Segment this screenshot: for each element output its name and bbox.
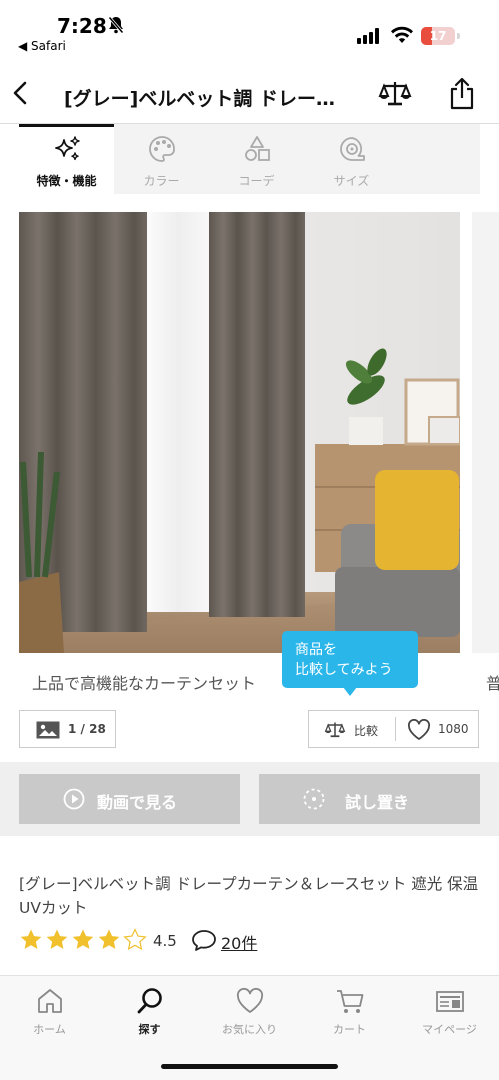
tab-label: サイズ — [333, 174, 370, 188]
product-image[interactable] — [19, 212, 460, 653]
tab-features[interactable]: 特徴・機能 — [19, 124, 114, 194]
nav-cart[interactable]: カート — [300, 976, 399, 1046]
ar-cube-icon — [303, 788, 325, 810]
try-label: 試し置き — [345, 793, 410, 812]
tab-color[interactable]: カラー — [114, 124, 209, 194]
cart-icon — [337, 990, 364, 1013]
tab-label: コーデ — [238, 174, 275, 188]
chevron-left-icon[interactable] — [6, 77, 36, 109]
palette-icon — [149, 136, 175, 162]
rating-stars — [20, 928, 146, 950]
wifi-icon — [391, 26, 413, 43]
nav-search[interactable]: 探す — [100, 976, 199, 1046]
play-circle-icon — [63, 788, 85, 810]
search-icon — [137, 988, 162, 1014]
home-indicator — [161, 1064, 338, 1069]
tooltip-text: 商品を 比較してみよう — [295, 642, 393, 678]
tab-coordinate[interactable]: コーデ — [209, 124, 304, 194]
next-caption-peek: 普 — [486, 674, 499, 693]
share-icon[interactable] — [446, 76, 478, 110]
tab-label: 特徴・機能 — [36, 174, 97, 188]
image-counter-text: 1 / 28 — [68, 722, 106, 736]
back-to-safari[interactable]: ◀ Safari — [18, 39, 66, 53]
tab-label: カラー — [143, 174, 180, 188]
bell-muted-icon — [108, 16, 124, 34]
image-caption: 上品で高機能なカーテンセット — [32, 674, 257, 693]
sparkle-icon — [55, 136, 80, 161]
scale-icon[interactable] — [323, 720, 347, 740]
cellular-signal-icon — [357, 28, 379, 44]
compare-tooltip[interactable]: 商品を 比較してみよう — [282, 631, 418, 688]
scale-icon[interactable] — [378, 78, 412, 110]
clock: 7:28 — [57, 14, 107, 38]
video-label: 動画で見る — [97, 793, 178, 812]
compare-favorite-group: 比較 1080 — [308, 710, 479, 748]
battery-tip — [457, 33, 460, 39]
nav-bar: [グレー]ベルベット調 ドレー… — [0, 62, 499, 124]
battery-percent: 17 — [429, 29, 447, 43]
watch-video-button[interactable]: 動画で見る — [19, 774, 240, 824]
nav-mypage[interactable]: マイページ — [400, 976, 499, 1046]
status-bar: 7:28 ◀ Safari 17 — [0, 0, 499, 62]
image-icon — [36, 721, 60, 739]
divider — [395, 717, 396, 741]
compare-label[interactable]: 比較 — [354, 722, 378, 739]
try-placement-button[interactable]: 試し置き — [259, 774, 480, 824]
media-actions: 動画で見る 試し置き — [0, 762, 499, 836]
favorite-count: 1080 — [438, 722, 469, 736]
feature-tabs: 特徴・機能 カラー コーデ サイズ — [19, 124, 480, 194]
review-count-link[interactable]: 20件 — [221, 930, 257, 954]
tab-size[interactable]: サイズ — [304, 124, 399, 194]
nav-label: ホーム — [33, 1023, 66, 1036]
product-title: [グレー]ベルベット調 ドレープカーテン＆レースセット 遮光 保温 UVカット — [19, 875, 479, 917]
home-icon — [38, 989, 62, 1013]
tooltip-tail — [343, 687, 357, 696]
shapes-icon — [245, 136, 270, 161]
page-title: [グレー]ベルベット調 ドレー… — [64, 88, 335, 110]
nav-label: お気に入り — [222, 1023, 277, 1036]
nav-label: 探す — [138, 1023, 161, 1036]
rating-value: 4.5 — [153, 932, 177, 950]
heart-icon — [236, 987, 264, 1013]
battery-icon: 17 — [421, 27, 455, 45]
nav-home[interactable]: ホーム — [0, 976, 99, 1046]
comment-icon[interactable] — [191, 929, 217, 951]
nav-favorites[interactable]: お気に入り — [200, 976, 299, 1046]
nav-label: マイページ — [422, 1023, 477, 1036]
heart-icon[interactable] — [407, 719, 431, 741]
next-image-peek[interactable] — [472, 212, 499, 653]
curtain-photo — [19, 212, 460, 653]
nav-label: カート — [333, 1023, 366, 1036]
id-card-icon — [436, 991, 464, 1012]
image-counter-button[interactable]: 1 / 28 — [19, 710, 116, 748]
tape-measure-icon — [340, 137, 365, 161]
